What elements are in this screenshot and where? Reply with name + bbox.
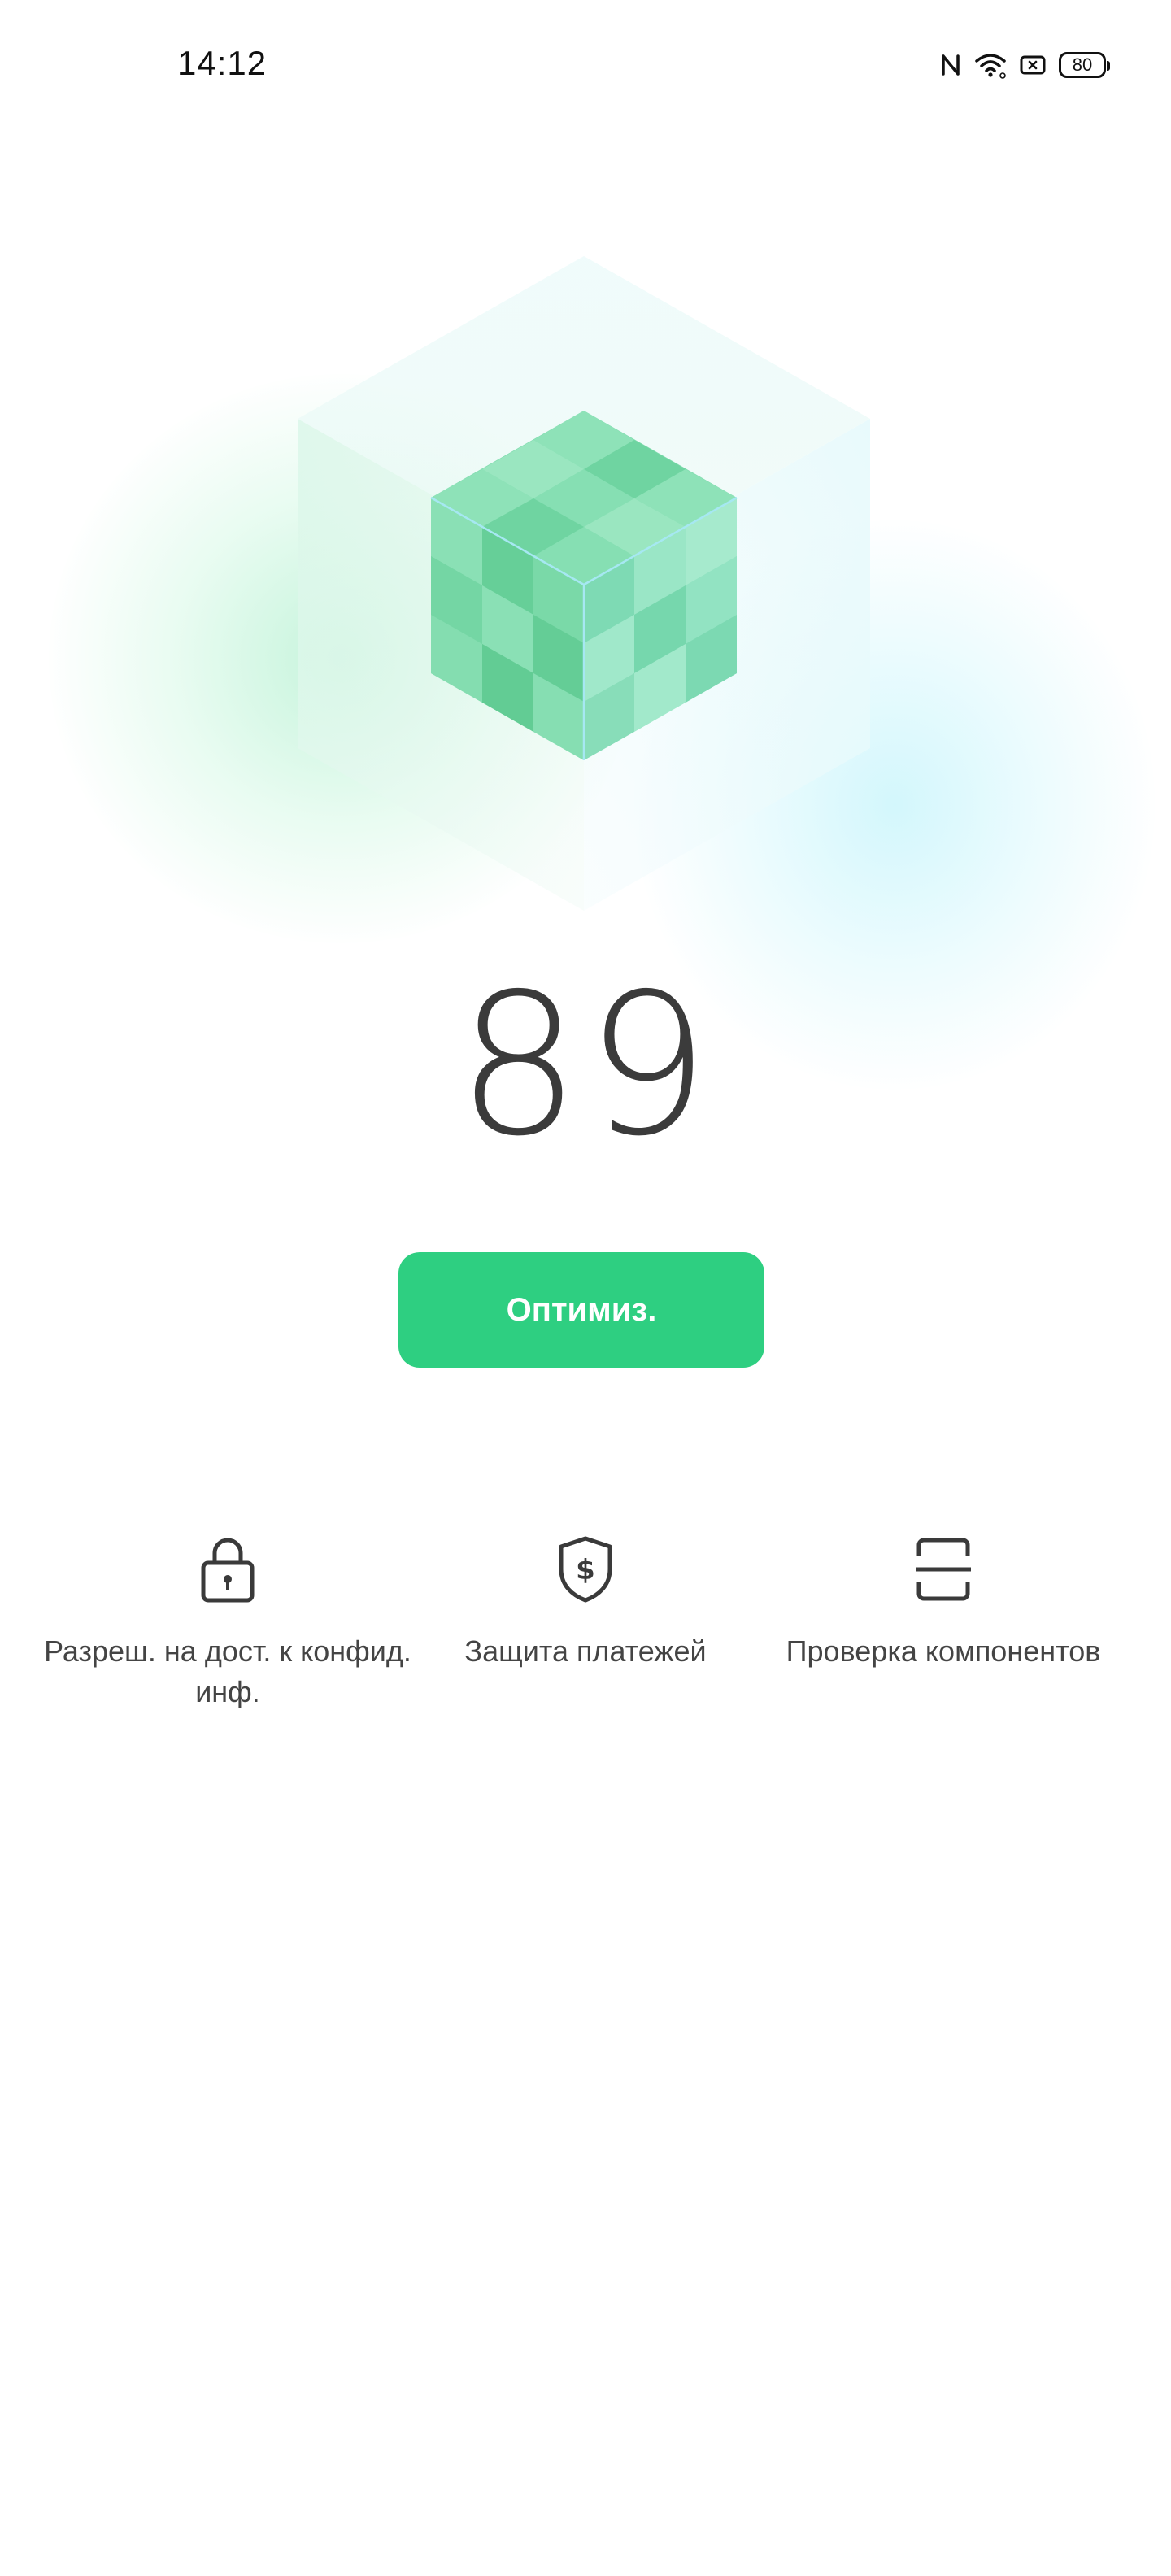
optimize-button[interactable]: Оптимиз. <box>398 1252 764 1368</box>
scan-icon <box>909 1529 977 1610</box>
security-score: 89 <box>456 951 715 1179</box>
svg-text:$: $ <box>576 1554 595 1586</box>
feature-label: Разреш. на дост. к конфид. инф. <box>44 1634 411 1708</box>
lock-icon <box>194 1529 262 1610</box>
feature-label: Защита платежей <box>464 1634 707 1668</box>
feature-privacy-permissions[interactable]: Разреш. на дост. к конфид. инф. <box>41 1529 415 1712</box>
feature-payment-protection[interactable]: $ Защита платежей <box>398 1529 773 1672</box>
shield-dollar-icon: $ <box>551 1529 620 1610</box>
feature-component-check[interactable]: Проверка компонентов <box>756 1529 1130 1672</box>
battery-icon: 80 <box>1059 52 1110 78</box>
status-bar: 14:12 80 <box>0 0 1171 130</box>
nfc-icon <box>940 53 961 77</box>
status-icons: 80 <box>940 47 1110 83</box>
screen-mirror-icon <box>1020 54 1046 76</box>
battery-level: 80 <box>1072 54 1093 75</box>
wifi-icon <box>974 51 1007 79</box>
feature-label: Проверка компонентов <box>786 1634 1101 1668</box>
status-time: 14:12 <box>177 44 268 82</box>
